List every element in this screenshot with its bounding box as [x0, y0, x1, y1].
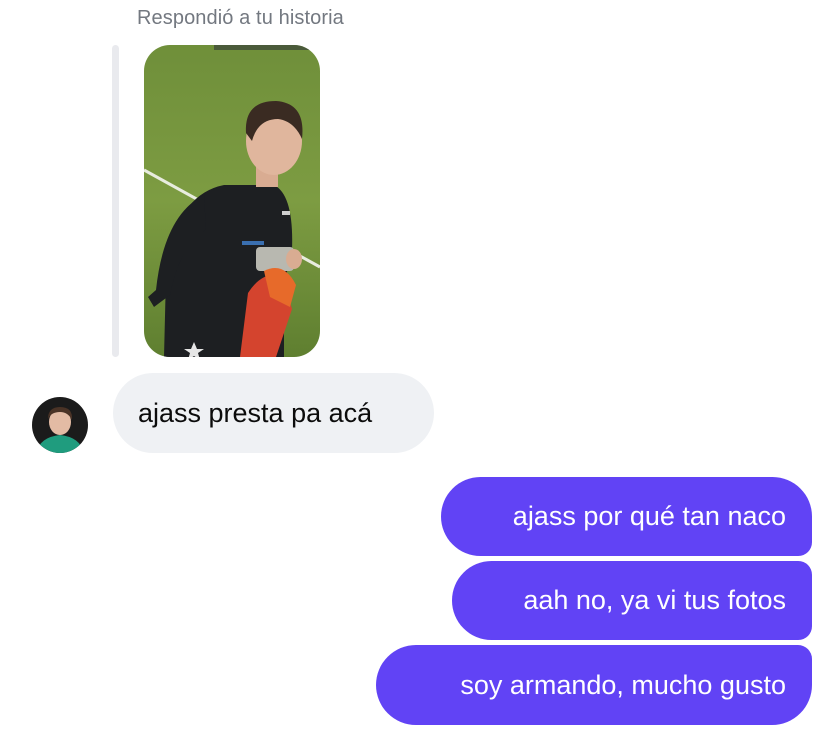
received-message[interactable]: ajass presta pa acá: [113, 373, 434, 453]
sent-message[interactable]: soy armando, mucho gusto: [376, 645, 812, 725]
story-thumbnail[interactable]: [144, 45, 320, 357]
avatar-image: [32, 397, 88, 453]
contact-avatar[interactable]: [32, 397, 88, 453]
sent-message[interactable]: aah no, ya vi tus fotos: [452, 561, 812, 640]
story-photo: [144, 45, 320, 357]
story-reply-label: Respondió a tu historia: [137, 7, 344, 29]
sent-message[interactable]: ajass por qué tan naco: [441, 477, 812, 556]
quote-bar: [112, 45, 119, 357]
